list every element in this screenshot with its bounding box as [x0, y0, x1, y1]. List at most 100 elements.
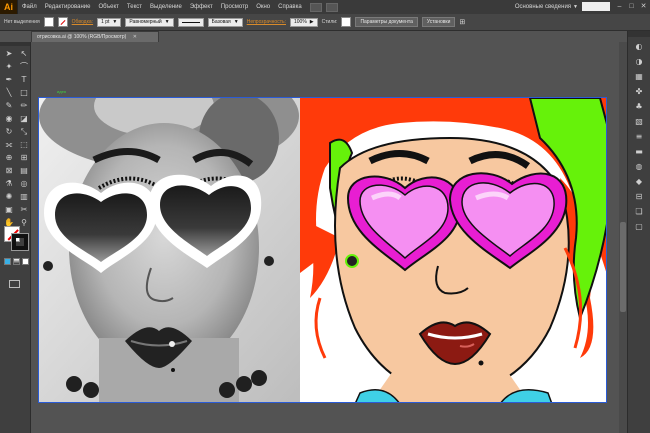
- window-controls: – □ ✕: [615, 2, 648, 11]
- menu-window[interactable]: Окно: [252, 4, 274, 10]
- transparency-panel-icon[interactable]: ◍: [632, 161, 646, 172]
- menu-bar: Ai Файл Редактирование Объект Текст Выде…: [0, 0, 650, 14]
- canvas-area[interactable]: идея: [31, 42, 627, 433]
- mesh-tool-icon[interactable]: ⊠: [3, 166, 15, 176]
- opacity-label[interactable]: Непрозрачность:: [247, 19, 286, 25]
- chevron-right-icon: ▶: [309, 18, 314, 25]
- panel-grip[interactable]: [628, 31, 650, 37]
- gradient-mode-button[interactable]: [13, 258, 20, 265]
- document-setup-button[interactable]: Параметры документа: [355, 17, 418, 27]
- slice-tool-icon[interactable]: ✂: [18, 205, 30, 215]
- preferences-button[interactable]: Установки: [421, 17, 456, 27]
- chevron-down-icon: ▼: [164, 18, 170, 25]
- symbol-sprayer-tool-icon[interactable]: ✺: [3, 192, 15, 202]
- brush-preview[interactable]: [177, 17, 204, 27]
- line-tool-icon[interactable]: ╲: [3, 88, 15, 98]
- close-icon[interactable]: ✕: [133, 34, 137, 40]
- menu-view[interactable]: Просмотр: [217, 4, 252, 10]
- none-mode-button[interactable]: [22, 258, 29, 265]
- color-mode-buttons: [4, 258, 29, 265]
- tools-panel: ➤ ↖ ✦ ⌒ ✒ T ╲ □ ✎ ✏ ◉ ◪ ↻ ⤡ ⟗ ⬚ ⊕ ⊞ ⊠ ▤ ⚗ ◎ ✺ ▥ ▣ ✂ ✋ ⚲: [0, 42, 31, 433]
- stroke-swatch[interactable]: [57, 17, 68, 27]
- artboard-tool-icon[interactable]: ▣: [3, 205, 15, 215]
- fill-stroke-widget: [4, 226, 29, 252]
- rotate-tool-icon[interactable]: ↻: [3, 127, 15, 137]
- panel-icons: ◐ ◑ ▦ ✤ ♣ ▧ ≡ ▬ ◍ ◆ ⊟ ❏ ▢: [628, 41, 650, 232]
- scrollbar-thumb[interactable]: [620, 222, 626, 312]
- column-graph-tool-icon[interactable]: ▥: [18, 192, 30, 202]
- free-transform-tool-icon[interactable]: ⬚: [18, 140, 30, 150]
- width-tool-icon[interactable]: ⟗: [3, 140, 15, 150]
- vertical-scrollbar[interactable]: [619, 42, 627, 433]
- color-guide-icon[interactable]: ◑: [632, 56, 646, 67]
- paintbrush-tool-icon[interactable]: ✎: [3, 101, 15, 111]
- screen-mode-icon[interactable]: [9, 280, 20, 288]
- document-tab[interactable]: отрисовка.ai @ 100% (RGB/Просмотр) ✕: [31, 31, 159, 42]
- magic-wand-tool-icon[interactable]: ✦: [3, 62, 15, 72]
- align-panel-icon[interactable]: ⊟: [632, 191, 646, 202]
- tool-grid: ➤ ↖ ✦ ⌒ ✒ T ╲ □ ✎ ✏ ◉ ◪ ↻ ⤡ ⟗ ⬚ ⊕ ⊞ ⊠ ▤ ⚗ ◎ ✺ ▥ ▣ ✂ ✋ ⚲: [0, 46, 30, 228]
- rectangle-tool-icon[interactable]: □: [18, 88, 30, 98]
- eyedropper-tool-icon[interactable]: ⚗: [3, 179, 15, 189]
- stroke-panel-icon[interactable]: ≡: [632, 131, 646, 142]
- menu-object[interactable]: Объект: [94, 4, 122, 10]
- search-input[interactable]: [582, 2, 610, 11]
- pen-tool-icon[interactable]: ✒: [3, 75, 15, 85]
- illustrator-window: Ai Файл Редактирование Объект Текст Выде…: [0, 0, 650, 433]
- fill-swatch[interactable]: [43, 17, 54, 27]
- pencil-tool-icon[interactable]: ✏: [18, 101, 30, 111]
- perspective-grid-tool-icon[interactable]: ⊞: [18, 153, 30, 163]
- eraser-tool-icon[interactable]: ◪: [18, 114, 30, 124]
- symbols-panel-icon[interactable]: ♣: [632, 101, 646, 112]
- stroke-color-box[interactable]: [11, 233, 29, 251]
- close-window-button[interactable]: ✕: [639, 2, 648, 11]
- artboard[interactable]: [38, 97, 607, 403]
- shape-builder-tool-icon[interactable]: ⊕: [3, 153, 15, 163]
- maximize-button[interactable]: □: [627, 2, 636, 11]
- brush-definition-dropdown[interactable]: Базовая ▼: [207, 17, 243, 27]
- scale-tool-icon[interactable]: ⤡: [18, 127, 30, 137]
- stroke-profile-value: Равномерный: [129, 18, 162, 25]
- stroke-weight-field[interactable]: 1 pt ▼: [97, 17, 122, 27]
- layers-panel-icon[interactable]: ❏: [632, 206, 646, 217]
- variable-width-profile-dropdown[interactable]: Равномерный ▼: [125, 17, 174, 27]
- chevron-down-icon: ▼: [233, 18, 239, 25]
- menu-file[interactable]: Файл: [18, 4, 41, 10]
- arrange-documents-button[interactable]: [325, 2, 338, 12]
- graphic-styles-icon[interactable]: ▧: [632, 116, 646, 127]
- stroke-label[interactable]: Обводка:: [72, 19, 93, 25]
- artboard-label: идея: [57, 89, 66, 94]
- gradient-panel-icon[interactable]: ▬: [632, 146, 646, 157]
- color-mode-button[interactable]: [4, 258, 11, 265]
- type-tool-icon[interactable]: T: [18, 75, 30, 85]
- selection-status: Нет выделения: [4, 19, 40, 25]
- opacity-field[interactable]: 100% ▶: [289, 17, 318, 27]
- lasso-tool-icon[interactable]: ⌒: [18, 62, 30, 72]
- brushes-panel-icon[interactable]: ✤: [632, 86, 646, 97]
- blend-tool-icon[interactable]: ◎: [18, 179, 30, 189]
- selection-tool-icon[interactable]: ➤: [3, 49, 15, 59]
- document-tab-title: отрисовка.ai @ 100% (RGB/Просмотр): [37, 34, 127, 40]
- color-panel-icon[interactable]: ◐: [632, 41, 646, 52]
- menu-type[interactable]: Текст: [123, 4, 146, 10]
- gradient-tool-icon[interactable]: ▤: [18, 166, 30, 176]
- direct-selection-tool-icon[interactable]: ↖: [18, 49, 30, 59]
- panel-dock: ◐ ◑ ▦ ✤ ♣ ▧ ≡ ▬ ◍ ◆ ⊟ ❏ ▢: [627, 31, 650, 433]
- chevron-down-icon: ▼: [112, 18, 118, 25]
- appearance-panel-icon[interactable]: ◆: [632, 176, 646, 187]
- menu-select[interactable]: Выделение: [146, 4, 186, 10]
- workspace-switcher[interactable]: Основные сведения ▼: [515, 2, 610, 11]
- menu-edit[interactable]: Редактирование: [41, 4, 95, 10]
- menu-effect[interactable]: Эффект: [186, 4, 217, 10]
- bridge-button[interactable]: [309, 2, 322, 12]
- menu-help[interactable]: Справка: [274, 4, 306, 10]
- workspace-label: Основные сведения: [514, 3, 572, 10]
- artboards-panel-icon[interactable]: ▢: [632, 221, 646, 232]
- graphic-style-swatch[interactable]: [341, 17, 352, 27]
- app-logo: Ai: [0, 0, 18, 14]
- arrange-icon[interactable]: ⊞: [459, 18, 465, 26]
- vector-illustration: [300, 98, 606, 402]
- minimize-button[interactable]: –: [615, 2, 624, 11]
- blob-brush-tool-icon[interactable]: ◉: [3, 114, 15, 124]
- swatches-panel-icon[interactable]: ▦: [632, 71, 646, 82]
